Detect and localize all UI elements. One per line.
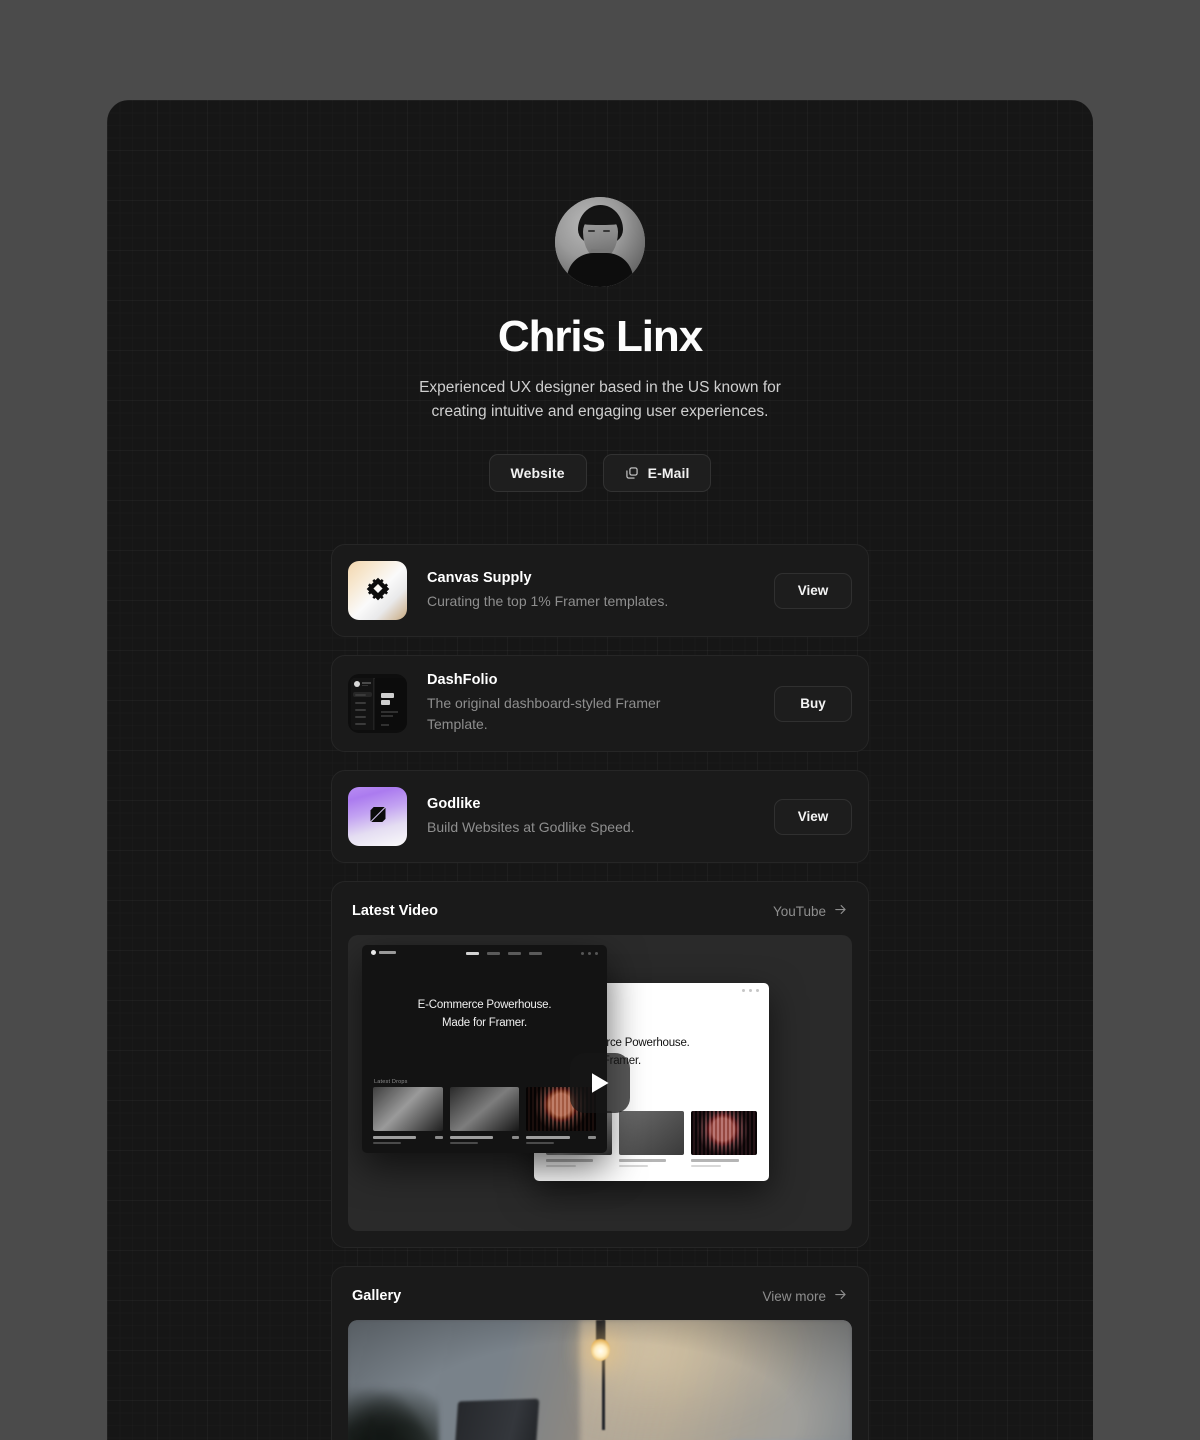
card-title: DashFolio: [427, 672, 498, 689]
godlike-view-button[interactable]: View: [774, 798, 852, 835]
dashfolio-window: [351, 678, 407, 731]
godlike-logo-icon: [348, 787, 407, 847]
latest-video-panel: Latest Video YouTube E-Commerce Powerhou…: [331, 881, 869, 1249]
dashfolio-buy-button[interactable]: Buy: [774, 685, 852, 722]
arrow-right-icon: [833, 1287, 848, 1305]
profile-actions: Website E-Mail: [107, 454, 1093, 493]
email-button[interactable]: E-Mail: [602, 454, 712, 493]
link-card-godlike[interactable]: Godlike Build Websites at Godlike Speed.…: [331, 770, 869, 864]
link-card-canvas-supply[interactable]: Canvas Supply Curating the top 1% Framer…: [331, 544, 869, 638]
dashfolio-sidebar: [351, 678, 374, 731]
card-title: Godlike: [427, 795, 481, 812]
copy-icon: [625, 466, 639, 480]
bio-page-panel: Chris Linx Experienced UX designer based…: [107, 100, 1093, 1440]
play-icon[interactable]: [570, 1053, 630, 1114]
profile-header: Chris Linx Experienced UX designer based…: [107, 197, 1093, 493]
card-title: Canvas Supply: [427, 569, 532, 586]
godlike-cube-glyph: [363, 799, 393, 834]
card-text: Godlike Build Websites at Godlike Speed.: [427, 796, 754, 838]
section-title: Gallery: [352, 1288, 402, 1305]
card-text: Canvas Supply Curating the top 1% Framer…: [427, 570, 754, 612]
video-thumbnail[interactable]: E-Commerce Powerhouse. Made for Framer.: [348, 935, 852, 1232]
mockup-dark: E-Commerce Powerhouse. Made for Framer. …: [362, 945, 607, 1154]
card-subtitle: Curating the top 1% Framer templates.: [427, 592, 669, 609]
gallery-photo[interactable]: [348, 1320, 852, 1440]
canvas-diamond-glyph: [364, 575, 391, 607]
canvas-supply-logo-icon: [348, 561, 407, 621]
mockup-dark-headline: E-Commerce Powerhouse. Made for Framer.: [417, 999, 552, 1030]
dashfolio-screenshot-icon: [348, 674, 407, 734]
gallery-panel: Gallery View more: [331, 1266, 869, 1440]
dashfolio-main: [375, 678, 407, 731]
gallery-header: Gallery View more: [348, 1283, 852, 1320]
page-content: Chris Linx Experienced UX designer based…: [107, 100, 1093, 1440]
screen: Chris Linx Experienced UX designer based…: [0, 0, 1200, 1440]
avatar-shirt: [567, 253, 633, 287]
latest-video-header: Latest Video YouTube: [348, 898, 852, 935]
canvas-supply-view-button[interactable]: View: [774, 572, 852, 609]
avatar: [555, 197, 645, 287]
card-subtitle: Build Websites at Godlike Speed.: [427, 818, 635, 835]
youtube-link[interactable]: YouTube: [773, 902, 848, 920]
section-title: Latest Video: [352, 903, 438, 920]
link-card-list: Canvas Supply Curating the top 1% Framer…: [331, 544, 869, 864]
mockup-section-label: Latest Drops: [374, 1079, 408, 1086]
view-more-label: View more: [762, 1288, 826, 1304]
link-card-dashfolio[interactable]: DashFolio The original dashboard-styled …: [331, 655, 869, 753]
arrow-right-icon: [833, 902, 848, 920]
view-more-link[interactable]: View more: [762, 1287, 848, 1305]
card-text: DashFolio The original dashboard-styled …: [427, 672, 754, 735]
youtube-link-label: YouTube: [772, 903, 826, 919]
page-title: Chris Linx: [497, 312, 703, 361]
website-button[interactable]: Website: [488, 454, 587, 493]
profile-bio: Experienced UX designer based in the US …: [419, 379, 781, 420]
card-subtitle: The original dashboard-styled Framer Tem…: [427, 695, 661, 733]
website-button-label: Website: [510, 465, 565, 482]
email-button-label: E-Mail: [647, 465, 690, 482]
